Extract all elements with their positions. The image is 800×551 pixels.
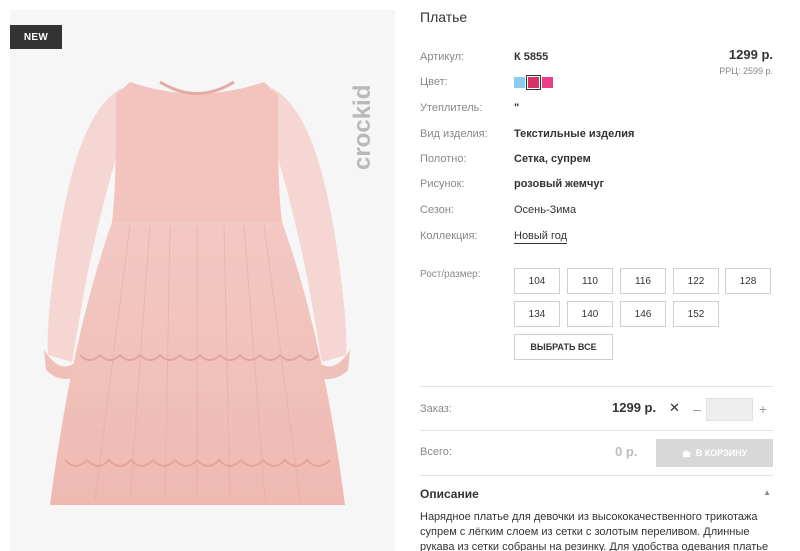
spec-label: Сезон: <box>420 204 454 216</box>
spec-article: Артикул: К 5855 <box>420 51 775 67</box>
size-option-152[interactable]: 152 <box>673 301 719 327</box>
color-swatches <box>514 75 553 90</box>
quantity-plus-button[interactable]: + <box>756 399 770 419</box>
product-info-panel: Платье 1299 р. РРЦ: 2599 р. Артикул: К 5… <box>420 0 775 551</box>
product-title: Платье <box>420 9 468 25</box>
spec-label: Цвет: <box>420 76 448 88</box>
spec-pattern: Рисунок: розовый жемчуг <box>420 178 775 194</box>
spec-fabric: Полотно: Сетка, супрем <box>420 153 775 169</box>
color-swatch-pink[interactable] <box>542 77 553 88</box>
total-value: 0 р. <box>615 444 638 459</box>
collection-link[interactable]: Новый год <box>514 230 568 244</box>
select-all-sizes-button[interactable]: ВЫБРАТЬ ВСЕ <box>514 334 613 360</box>
cart-icon <box>682 449 690 457</box>
divider <box>420 430 773 431</box>
spec-item-type: Вид изделия: Текстильные изделия <box>420 128 775 144</box>
order-label: Заказ: <box>420 403 452 415</box>
spec-value: розовый жемчуг <box>514 178 605 190</box>
spec-label: Коллекция: <box>420 230 478 242</box>
spec-label: Полотно: <box>420 153 467 165</box>
size-option-122[interactable]: 122 <box>673 268 719 294</box>
spec-value: Текстильные изделия <box>514 128 635 140</box>
divider <box>420 386 773 387</box>
size-option-146[interactable]: 146 <box>620 301 666 327</box>
product-image[interactable]: NEW crockid <box>10 10 395 551</box>
size-option-110[interactable]: 110 <box>567 268 613 294</box>
spec-label: Утеплитель: <box>420 102 483 114</box>
spec-value: " <box>514 102 520 114</box>
order-price: 1299 р. <box>612 400 657 415</box>
total-label: Всего: <box>420 446 452 458</box>
brand-logo-text: crockid <box>349 85 376 170</box>
spec-label: Артикул: <box>420 51 465 63</box>
brand-logo: crockid <box>349 85 376 170</box>
quantity-minus-button[interactable]: – <box>690 399 704 419</box>
divider <box>420 475 773 476</box>
description-text: Нарядное платье для девочки из высококач… <box>420 511 769 551</box>
description-title[interactable]: Описание <box>420 487 479 501</box>
quantity-input[interactable] <box>706 398 753 421</box>
spec-label: Рисунок: <box>420 178 465 190</box>
spec-insulation: Утеплитель: " <box>420 102 775 118</box>
size-option-140[interactable]: 140 <box>567 301 613 327</box>
spec-label: Вид изделия: <box>420 128 488 140</box>
spec-collection: Коллекция: Новый год <box>420 230 775 246</box>
add-to-cart-button[interactable]: В КОРЗИНУ <box>656 439 773 467</box>
spec-value: Осень-Зима <box>514 204 577 216</box>
rrc-price: РРЦ: 2599 р. <box>719 66 773 76</box>
color-swatch-light-blue[interactable] <box>514 77 525 88</box>
size-option-116[interactable]: 116 <box>620 268 666 294</box>
size-option-134[interactable]: 134 <box>514 301 560 327</box>
spec-value: К 5855 <box>514 51 549 63</box>
add-to-cart-label: В КОРЗИНУ <box>695 448 748 458</box>
size-option-104[interactable]: 104 <box>514 268 560 294</box>
times-icon: ✕ <box>669 400 680 415</box>
size-label: Рост/размер: <box>420 269 481 280</box>
spec-color: Цвет: <box>420 76 775 92</box>
dress-illustration <box>44 80 350 505</box>
spec-value: Сетка, супрем <box>514 153 591 165</box>
collapse-chevron-icon[interactable]: ▲ <box>763 488 771 497</box>
new-badge: NEW <box>10 25 62 49</box>
spec-season: Сезон: Осень-Зима <box>420 204 775 220</box>
color-swatch-crimson[interactable] <box>526 75 541 90</box>
size-option-128[interactable]: 128 <box>725 268 771 294</box>
